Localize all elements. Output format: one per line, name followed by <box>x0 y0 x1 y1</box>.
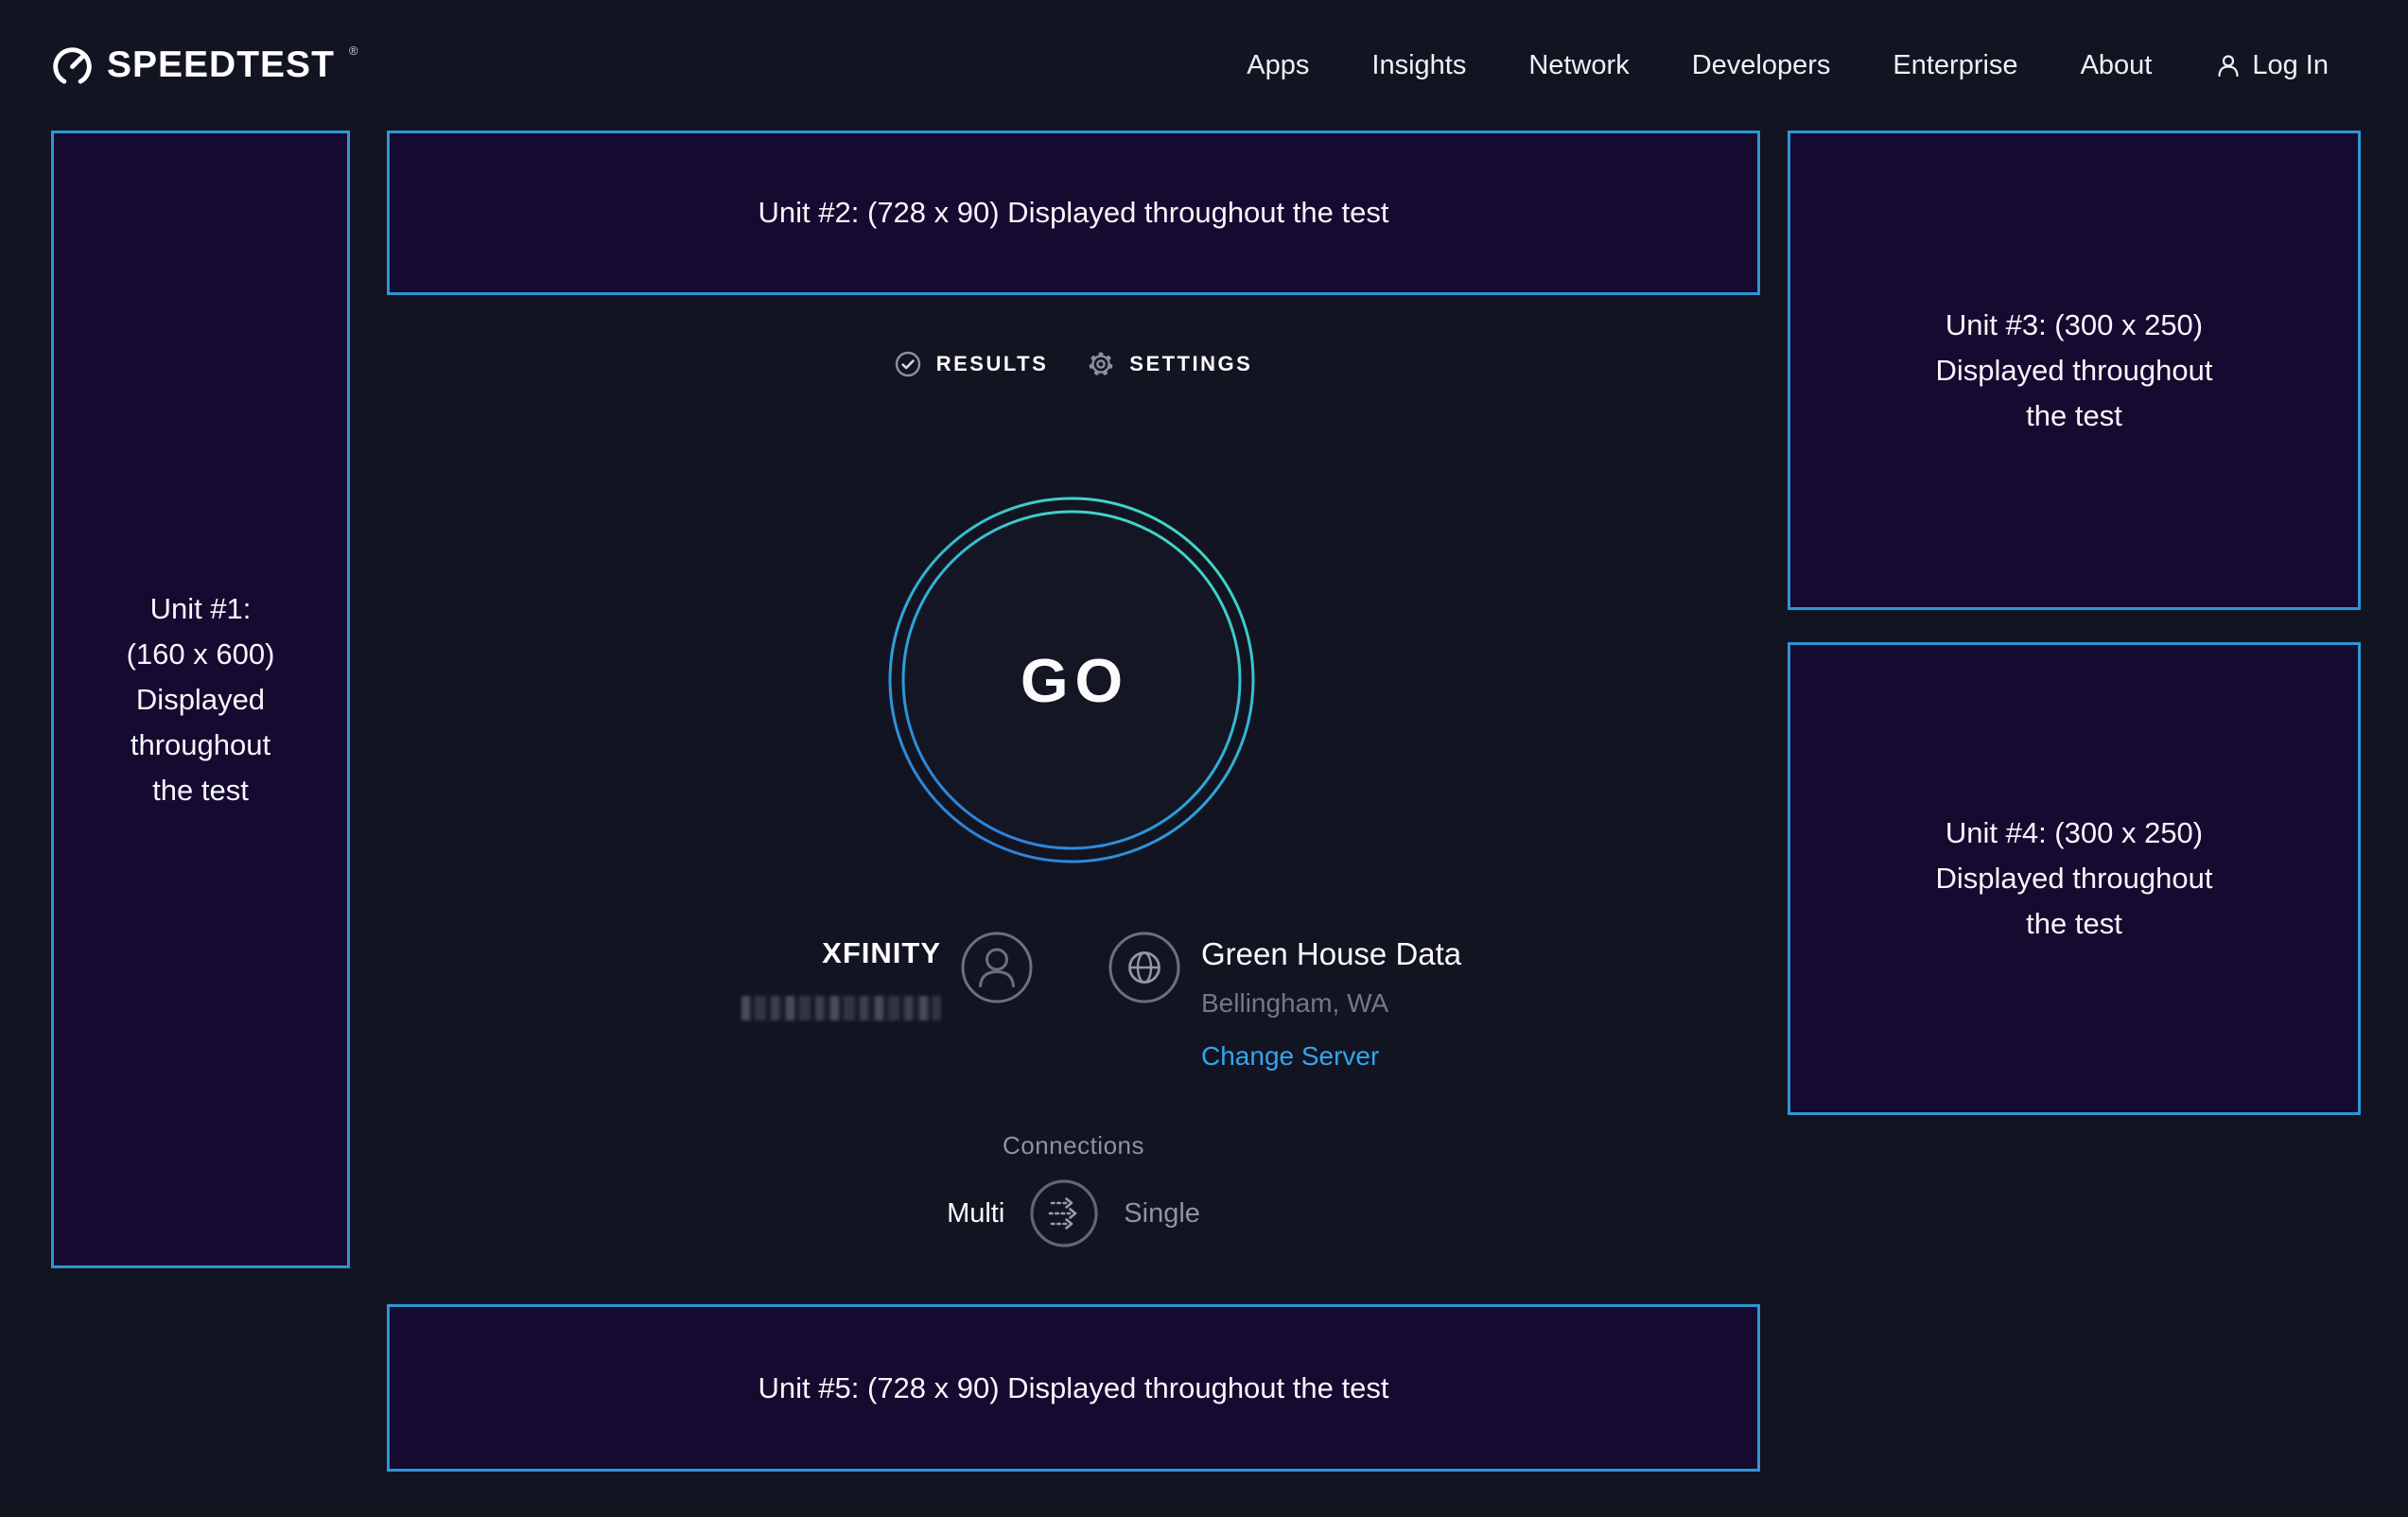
ad-unit-1-skyscraper[interactable]: Unit #1: (160 x 600) Displayed throughou… <box>51 131 350 1268</box>
speedometer-gauge-icon <box>51 45 94 88</box>
ad-unit-3-label: Unit #3: (300 x 250) Displayed throughou… <box>1936 303 2213 439</box>
server-globe-icon <box>1108 931 1181 1004</box>
ad-unit-3-rectangle[interactable]: Unit #3: (300 x 250) Displayed throughou… <box>1788 131 2361 610</box>
speedtest-logo[interactable]: SPEEDTEST ® <box>51 44 358 88</box>
ad-unit-2-leaderboard[interactable]: Unit #2: (728 x 90) Displayed throughout… <box>387 131 1760 295</box>
tab-settings[interactable]: SETTINGS <box>1088 351 1252 377</box>
connections-toggle-icon[interactable] <box>1029 1178 1099 1248</box>
logo-trademark: ® <box>349 44 358 58</box>
nav-item-insights[interactable]: Insights <box>1371 50 1466 81</box>
user-icon <box>2214 51 2242 79</box>
isp-ip-redacted <box>742 996 941 1020</box>
connections-toggle-row: Multi Single <box>387 1178 1760 1248</box>
nav-item-apps[interactable]: Apps <box>1247 50 1309 81</box>
server-info: Green House Data Bellingham, WA Change S… <box>1201 936 1461 1072</box>
ad-unit-4-rectangle[interactable]: Unit #4: (300 x 250) Displayed throughou… <box>1788 642 2361 1115</box>
main-nav: Apps Insights Network Developers Enterpr… <box>1247 50 2329 81</box>
ad-unit-4-label: Unit #4: (300 x 250) Displayed throughou… <box>1936 811 2213 947</box>
tab-results[interactable]: RESULTS <box>895 351 1049 377</box>
gear-icon <box>1088 351 1114 377</box>
ad-unit-1-label: Unit #1: (160 x 600) Displayed throughou… <box>127 586 275 813</box>
ad-unit-5-leaderboard[interactable]: Unit #5: (728 x 90) Displayed throughout… <box>387 1304 1760 1472</box>
nav-item-network[interactable]: Network <box>1528 50 1629 81</box>
go-button[interactable]: GO <box>887 496 1256 864</box>
tab-settings-label: SETTINGS <box>1129 352 1252 376</box>
go-button-label: GO <box>887 496 1256 864</box>
results-settings-tabs: RESULTS SETTINGS <box>387 342 1760 386</box>
top-nav-bar: SPEEDTEST ® Apps Insights Network Develo… <box>0 0 2408 131</box>
logo-text: SPEEDTEST <box>107 44 335 86</box>
nav-item-about[interactable]: About <box>2081 50 2153 81</box>
server-location: Bellingham, WA <box>1201 988 1461 1019</box>
ad-unit-2-label: Unit #2: (728 x 90) Displayed throughout… <box>759 190 1389 235</box>
change-server-link[interactable]: Change Server <box>1201 1041 1379 1072</box>
login-label: Log In <box>2252 50 2329 81</box>
check-circle-icon <box>895 351 921 377</box>
nav-item-enterprise[interactable]: Enterprise <box>1893 50 2017 81</box>
tab-results-label: RESULTS <box>936 352 1049 376</box>
isp-name[interactable]: XFINITY <box>662 936 941 970</box>
connections-label: Connections <box>387 1131 1760 1160</box>
login-button[interactable]: Log In <box>2214 50 2329 81</box>
nav-item-developers[interactable]: Developers <box>1692 50 1831 81</box>
server-name[interactable]: Green House Data <box>1201 936 1461 972</box>
ad-unit-5-label: Unit #5: (728 x 90) Displayed throughout… <box>759 1366 1389 1411</box>
isp-user-icon <box>960 931 1034 1004</box>
connections-multi-option[interactable]: Multi <box>947 1198 1004 1229</box>
connections-single-option[interactable]: Single <box>1124 1198 1200 1229</box>
